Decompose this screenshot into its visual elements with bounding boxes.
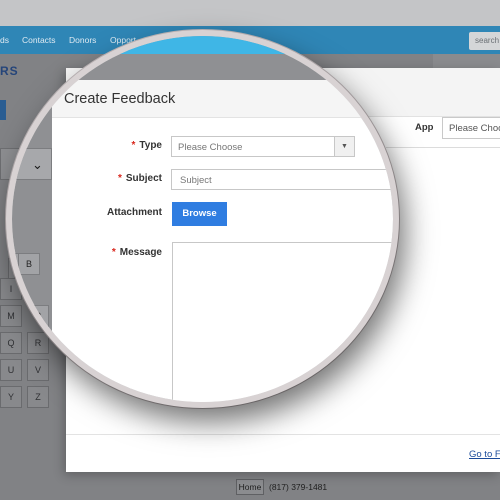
modal-header: Create Feedback [52,80,393,118]
alphabet-letter-b[interactable]: B [18,253,40,275]
type-label: * Type [52,140,162,151]
background-button[interactable] [0,100,6,120]
message-textarea[interactable] [172,242,393,402]
message-label: * Message [52,247,162,258]
nav-link-opportunities[interactable]: Opport [110,36,136,46]
magnifier-lens: ds Contacts Donors Opport RS ⌄ E B I M P… [6,30,399,408]
footer-phone: (817) 379-1481 [269,482,328,492]
app-label: App [415,122,434,133]
top-strip [0,0,500,26]
modal-footer-divider [66,434,500,435]
search-input[interactable]: search [469,32,500,50]
magnified-modal: Create Feedback App Please Choose *Type … [52,80,393,402]
browse-button[interactable]: Browse [172,202,227,226]
required-marker: * [131,140,136,151]
nav-link-ds[interactable]: ds [0,35,9,45]
go-to-feedback-link[interactable]: Go to Fe [469,449,500,460]
subject-label-text: Subject [125,173,162,184]
footer-home-link[interactable]: Home [236,479,264,495]
filter-dropdown[interactable] [12,148,52,180]
alphabet-letter-v[interactable]: V [27,359,49,381]
message-label-text: Message [119,247,162,258]
dropdown-arrow-icon[interactable]: ▼ [334,137,354,156]
nav-link-donors[interactable]: Donors [69,36,96,46]
subject-input[interactable]: Subject [171,169,393,190]
type-select[interactable]: Please Choose ▼ [171,136,355,157]
attachment-label: Attachment [106,207,162,218]
subject-label: * Subject [52,173,162,184]
type-label-text: Type [139,140,162,151]
required-marker: * [111,247,116,258]
nav-link-contacts[interactable]: Contacts [22,36,56,46]
modal-title: Create Feedback [64,91,176,107]
alphabet-letter-r[interactable]: R [27,332,49,354]
magnified-view: ds Contacts Donors Opport RS ⌄ E B I M P… [12,36,393,402]
app-select[interactable]: Please Choose [442,117,500,139]
chevron-down-icon: ⌄ [32,157,43,172]
alphabet-letter-p[interactable]: P [27,305,49,327]
required-marker: * [117,173,122,184]
type-select-value: Please Choose [178,142,243,153]
divider [386,147,500,148]
